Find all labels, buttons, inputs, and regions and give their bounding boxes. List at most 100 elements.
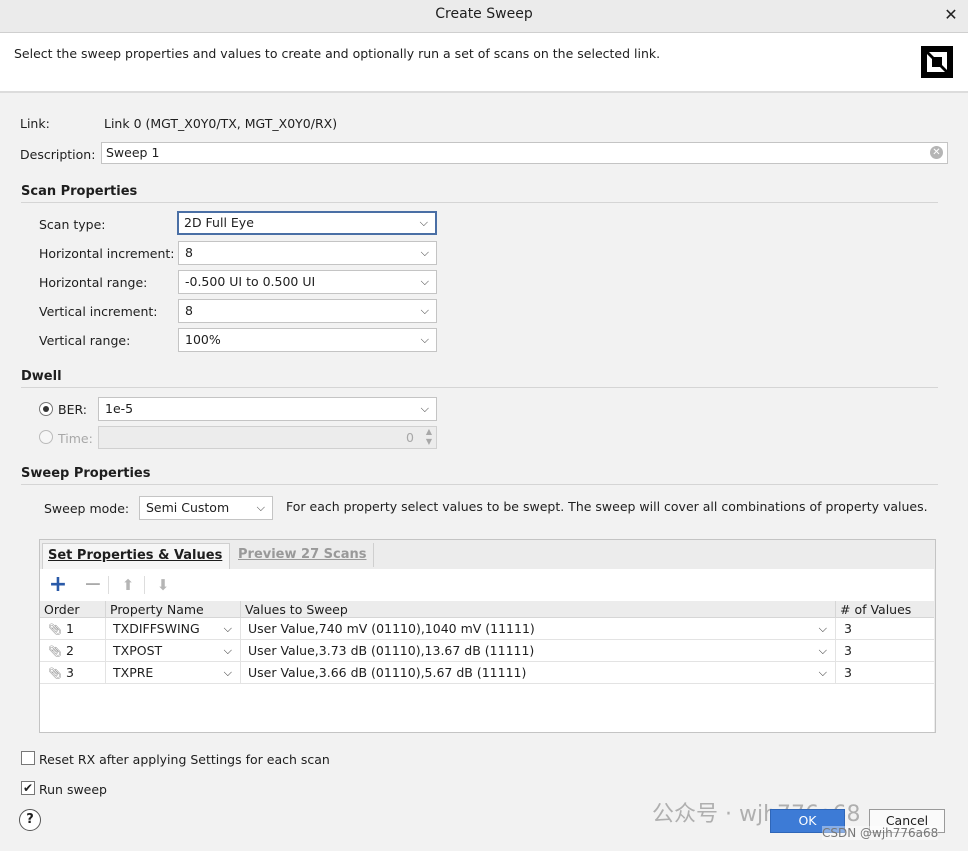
horizontal-range-label: Horizontal range: [39, 275, 148, 290]
link-label: Link: [20, 116, 50, 131]
count-cell: 3 [836, 640, 934, 662]
run-sweep-label: Run sweep [39, 782, 107, 797]
sweep-mode-value: Semi Custom [146, 500, 230, 515]
section-divider [21, 202, 938, 203]
chevron-down-icon: ⌵ [420, 333, 429, 346]
chevron-down-icon: ⌵ [420, 402, 429, 415]
paperclip-icon: 📎︎ [48, 667, 62, 680]
header-description: Select the sweep properties and values t… [14, 46, 661, 61]
sweep-mode-label: Sweep mode: [44, 501, 130, 516]
horizontal-range-value: -0.500 UI to 0.500 UI [185, 274, 316, 289]
toolbar-divider [108, 576, 109, 594]
chevron-down-icon: ⌵ [818, 644, 827, 657]
amd-logo-icon [921, 46, 953, 78]
description-value: Sweep 1 [106, 145, 160, 160]
property-select[interactable]: TXPOST ⌵ [106, 640, 241, 662]
time-radio[interactable] [39, 430, 53, 444]
property-select[interactable]: TXDIFFSWING ⌵ [106, 618, 241, 640]
horizontal-increment-label: Horizontal increment: [39, 246, 175, 261]
remove-icon[interactable]: − [82, 569, 104, 601]
chevron-down-icon: ⌵ [223, 666, 232, 679]
ber-select[interactable]: 1e-5 ⌵ [98, 397, 437, 421]
chevron-down-icon: ⌵ [818, 666, 827, 679]
count-cell: 3 [836, 618, 934, 640]
move-down-icon[interactable]: ⬇ [152, 569, 174, 601]
table-toolbar [40, 569, 934, 601]
table-row[interactable]: 📎︎ 2 [40, 640, 106, 662]
vertical-increment-label: Vertical increment: [39, 304, 158, 319]
tab-set-properties[interactable]: Set Properties & Values [42, 543, 230, 569]
property-cell: TXPOST [113, 643, 163, 658]
add-icon[interactable]: + [47, 569, 69, 601]
spinner-arrows-icon[interactable]: ▲ ▼ [426, 427, 432, 447]
sweep-mode-select[interactable]: Semi Custom ⌵ [139, 496, 273, 520]
reset-rx-label: Reset RX after applying Settings for eac… [39, 752, 330, 767]
dwell-heading: Dwell [21, 369, 62, 384]
vertical-range-label: Vertical range: [39, 333, 131, 348]
clear-icon[interactable]: ✕ [930, 146, 943, 159]
chevron-down-icon: ⌵ [256, 501, 265, 514]
chevron-down-icon: ⌵ [420, 304, 429, 317]
window-title: Create Sweep [435, 6, 533, 22]
section-divider [21, 387, 938, 388]
values-cell: User Value,740 mV (01110),1040 mV (11111… [248, 621, 535, 636]
run-sweep-checkbox[interactable]: ✔ [21, 781, 35, 795]
values-cell: User Value,3.66 dB (01110),5.67 dB (1111… [248, 665, 527, 680]
horizontal-range-select[interactable]: -0.500 UI to 0.500 UI ⌵ [178, 270, 437, 294]
time-spinner[interactable]: 0 ▲ ▼ [98, 426, 437, 449]
vertical-range-select[interactable]: 100% ⌵ [178, 328, 437, 352]
watermark-csdn: CSDN @wjh776a68 [822, 826, 939, 840]
chevron-down-icon: ⌵ [818, 622, 827, 635]
sweep-properties-heading: Sweep Properties [21, 466, 151, 481]
column-header-property[interactable]: Property Name [106, 601, 241, 618]
tab-preview-scans[interactable]: Preview 27 Scans [232, 543, 374, 567]
vertical-increment-select[interactable]: 8 ⌵ [178, 299, 437, 323]
chevron-down-icon: ⌵ [223, 644, 232, 657]
chevron-down-icon: ⌵ [420, 275, 429, 288]
paperclip-icon: 📎︎ [48, 645, 62, 658]
sweep-hint: For each property select values to be sw… [286, 499, 928, 514]
ber-radio[interactable] [39, 402, 53, 416]
values-cell: User Value,3.73 dB (01110),13.67 dB (111… [248, 643, 535, 658]
count-cell: 3 [836, 662, 934, 684]
property-select[interactable]: TXPRE ⌵ [106, 662, 241, 684]
scan-type-value: 2D Full Eye [184, 215, 254, 230]
paperclip-icon: 📎︎ [48, 623, 62, 636]
close-icon[interactable]: ✕ [940, 4, 962, 26]
description-input[interactable]: Sweep 1 ✕ [101, 142, 948, 164]
values-select[interactable]: User Value,740 mV (01110),1040 mV (11111… [241, 618, 836, 640]
tab-preview-scans-label: Preview 27 Scans [238, 547, 367, 562]
property-cell: TXDIFFSWING [113, 621, 200, 636]
vertical-range-value: 100% [185, 332, 221, 347]
ber-value: 1e-5 [105, 401, 134, 416]
ber-label: BER: [58, 402, 87, 417]
horizontal-increment-select[interactable]: 8 ⌵ [178, 241, 437, 265]
description-label: Description: [20, 147, 96, 162]
header-banner [0, 33, 968, 93]
table-row[interactable]: 📎︎ 1 [40, 618, 106, 640]
chevron-down-icon: ⌵ [419, 216, 428, 229]
order-cell: 2 [65, 643, 74, 658]
scan-type-select[interactable]: 2D Full Eye ⌵ [177, 211, 437, 235]
column-header-count[interactable]: # of Values [836, 601, 934, 618]
values-select[interactable]: User Value,3.66 dB (01110),5.67 dB (1111… [241, 662, 836, 684]
toolbar-divider [144, 576, 145, 594]
column-header-order[interactable]: Order [40, 601, 106, 618]
link-value: Link 0 (MGT_X0Y0/TX, MGT_X0Y0/RX) [104, 116, 338, 131]
chevron-down-icon: ⌵ [420, 246, 429, 259]
horizontal-increment-value: 8 [185, 245, 193, 260]
table-row[interactable]: 📎︎ 3 [40, 662, 106, 684]
vertical-increment-value: 8 [185, 303, 193, 318]
scan-properties-heading: Scan Properties [21, 184, 138, 199]
order-cell: 1 [65, 621, 74, 636]
values-select[interactable]: User Value,3.73 dB (01110),13.67 dB (111… [241, 640, 836, 662]
help-icon[interactable]: ? [19, 809, 41, 831]
move-up-icon[interactable]: ⬆ [117, 569, 139, 601]
time-value: 0 [406, 430, 414, 445]
reset-rx-checkbox[interactable] [21, 751, 35, 765]
column-header-values[interactable]: Values to Sweep [241, 601, 836, 618]
tab-set-properties-label: Set Properties & Values [48, 548, 223, 563]
scan-type-label: Scan type: [39, 217, 106, 232]
time-label: Time: [58, 431, 93, 446]
chevron-down-icon: ⌵ [223, 622, 232, 635]
